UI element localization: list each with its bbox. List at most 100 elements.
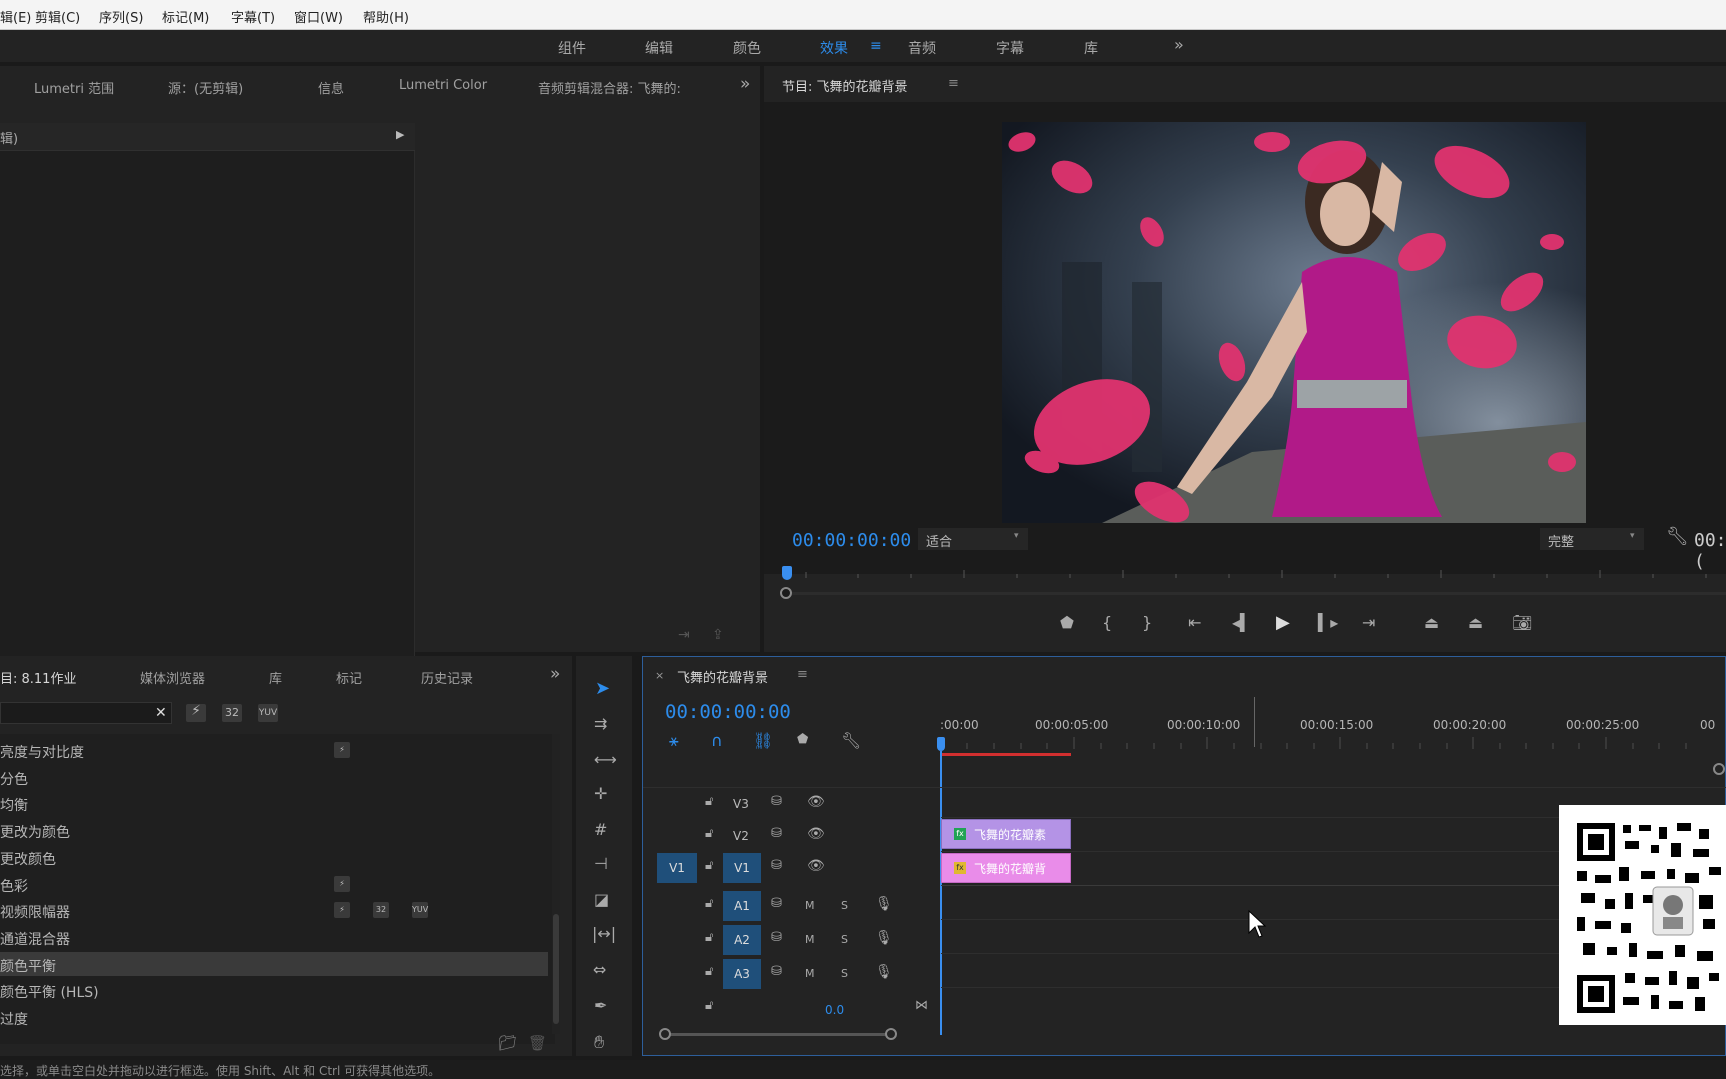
add-marker-icon[interactable]: ⬟ — [797, 733, 808, 746]
pen-tool-icon[interactable]: ✒︎ — [594, 998, 607, 1014]
tab-libraries[interactable]: 库 — [269, 668, 282, 687]
insert-icon[interactable]: ⇥ — [678, 628, 690, 642]
tab-history[interactable]: 历史记录 — [421, 668, 473, 687]
workspace-menu-icon[interactable]: ≡ — [870, 38, 882, 54]
menu-markers[interactable]: 标记(M) — [162, 7, 209, 26]
mute-button[interactable]: M — [805, 899, 815, 912]
program-monitor-title[interactable]: 节目: 飞舞的花瓣背景 — [782, 76, 908, 95]
effect-list-item[interactable]: 颜色平衡 — [0, 951, 548, 976]
program-timecode[interactable]: 00:00:00:00 — [792, 530, 911, 551]
timeline-settings-icon[interactable]: 🔧︎ — [841, 733, 861, 749]
menu-help[interactable]: 帮助(H) — [363, 7, 409, 26]
work-area-bar[interactable] — [941, 753, 1071, 756]
32bit-effects-icon[interactable]: 32 — [222, 704, 242, 722]
tab-info[interactable]: 信息 — [318, 78, 344, 97]
export-frame-icon[interactable]: 📷︎ — [1512, 615, 1532, 631]
lock-icon[interactable]: 🔓︎ — [705, 999, 713, 1012]
hand-tool-icon[interactable]: ✋︎ — [594, 1034, 604, 1052]
track-target-a2[interactable]: A2 — [723, 925, 761, 955]
workspace-effects[interactable]: 效果 — [820, 38, 848, 58]
workspace-color[interactable]: 颜色 — [733, 38, 761, 58]
sync-lock-icon[interactable]: ⛁ — [771, 859, 782, 872]
solo-button[interactable]: S — [841, 899, 848, 912]
rate-tool-icon[interactable]: ⊣ — [594, 856, 608, 872]
tab-project[interactable]: 目: 8.11作业 — [0, 668, 76, 687]
panel-overflow-icon[interactable]: » — [740, 76, 750, 93]
workspace-captions[interactable]: 字幕 — [996, 38, 1024, 58]
microphone-icon[interactable]: 🎙︎ — [875, 931, 893, 945]
timeline-timecode[interactable]: 00:00:00:00 — [665, 701, 791, 723]
yuv-effects-icon[interactable]: YUV — [258, 704, 278, 722]
workspace-overflow-icon[interactable]: » — [1174, 35, 1184, 54]
sync-lock-icon[interactable]: ⛁ — [771, 965, 782, 978]
track-target-a1[interactable]: A1 — [723, 891, 761, 921]
menu-window[interactable]: 窗口(W) — [294, 7, 343, 26]
quality-dropdown[interactable]: 完整 ▾ — [1540, 528, 1644, 550]
zoom-handle[interactable] — [780, 587, 792, 599]
snap-icon[interactable]: ∩ — [711, 733, 723, 749]
tab-source[interactable]: 源：(无剪辑) — [168, 78, 243, 97]
microphone-icon[interactable]: 🎙︎ — [875, 965, 893, 979]
menu-titles[interactable]: 字幕(T) — [231, 7, 275, 26]
lock-icon[interactable]: 🔓︎ — [705, 931, 713, 944]
effects-scrollbar[interactable] — [552, 734, 560, 1034]
menu-edit[interactable]: 辑(E) — [0, 7, 31, 26]
solo-button[interactable]: S — [841, 933, 848, 946]
zoom-handle-right[interactable] — [885, 1028, 897, 1040]
timeline-playhead-handle[interactable] — [937, 737, 945, 751]
sync-lock-icon[interactable]: ⛁ — [771, 897, 782, 910]
panel-menu-icon[interactable]: ≡ — [797, 667, 808, 682]
workspace-audio[interactable]: 音频 — [908, 38, 936, 58]
step-back-icon[interactable]: ◂▍ — [1232, 615, 1252, 631]
clear-search-icon[interactable]: ✕ — [155, 705, 167, 721]
effect-list-item[interactable]: 更改为颜色 — [0, 818, 548, 842]
timeline-zoom-scrollbar[interactable] — [665, 1033, 891, 1036]
effect-list-item[interactable]: 亮度与对比度 ⚡︎ — [0, 738, 548, 762]
panel-overflow-icon[interactable]: » — [550, 666, 560, 683]
zoom-handle-left[interactable] — [659, 1028, 671, 1040]
effect-list-item[interactable]: 视频限幅器 ⚡︎ 32 YUV — [0, 898, 548, 922]
timeline-sequence-tab[interactable]: 飞舞的花瓣背景 — [677, 667, 768, 686]
master-volume[interactable]: 0.0 — [825, 1003, 844, 1017]
effect-list-item[interactable]: 色彩 ⚡︎ — [0, 872, 548, 896]
menu-clip[interactable]: 剪辑(C) — [35, 7, 80, 26]
tab-media-browser[interactable]: 媒体浏览器 — [140, 668, 205, 687]
selection-tool-icon[interactable]: ➤ — [595, 680, 610, 698]
go-to-end-icon[interactable]: ⋈ — [915, 999, 928, 1012]
step-forward-icon[interactable]: ▍▸ — [1318, 615, 1338, 631]
effect-list-item[interactable]: 颜色平衡 (HLS) — [0, 978, 548, 1002]
solo-button[interactable]: S — [841, 967, 848, 980]
lift-icon[interactable]: ⏏ — [1424, 615, 1439, 631]
workspace-assembly[interactable]: 组件 — [558, 38, 586, 58]
vertical-zoom-handle[interactable] — [1713, 763, 1725, 775]
track-target-a3[interactable]: A3 — [723, 959, 761, 989]
workspace-editing[interactable]: 编辑 — [645, 38, 673, 58]
source-patch-v1[interactable]: V1 — [657, 853, 697, 883]
close-icon[interactable]: × — [655, 669, 664, 682]
menu-sequence[interactable]: 序列(S) — [99, 7, 143, 26]
scrollbar-thumb[interactable] — [553, 914, 559, 1024]
mark-in-icon[interactable]: { — [1102, 615, 1112, 631]
tab-markers[interactable]: 标记 — [336, 668, 362, 687]
tab-audio-clip-mixer[interactable]: 音频剪辑混合器: 飞舞的: — [538, 78, 681, 97]
new-folder-icon[interactable]: 📁︎ — [498, 1036, 517, 1051]
razor-tool-icon[interactable]: ◪ — [594, 892, 609, 908]
nest-toggle-icon[interactable]: ⚹ — [669, 733, 679, 749]
effect-list-item[interactable]: 更改颜色 — [0, 845, 548, 869]
effect-list-item[interactable]: 分色 — [0, 765, 548, 789]
eye-icon[interactable]: 👁︎ — [807, 795, 825, 809]
clip-v1[interactable]: fx 飞舞的花瓣背 — [941, 853, 1071, 883]
slide-tool-icon[interactable]: ⇔ — [593, 962, 606, 978]
slip-tool-icon[interactable]: |↔| — [592, 926, 616, 942]
lock-icon[interactable]: 🔓︎ — [705, 827, 713, 840]
program-playhead[interactable] — [782, 566, 792, 580]
track-select-tool-icon[interactable]: ⇉ — [594, 716, 607, 732]
play-icon[interactable]: ▶ — [1276, 614, 1290, 632]
track-label-v3[interactable]: V3 — [733, 797, 749, 811]
workspace-libraries[interactable]: 库 — [1084, 38, 1098, 58]
add-marker-icon[interactable]: ⬟ — [1060, 615, 1074, 631]
mute-button[interactable]: M — [805, 967, 815, 980]
effect-list-item[interactable]: 通道混合器 — [0, 925, 548, 949]
ripple-edit-tool-icon[interactable]: ⟷ — [594, 752, 617, 768]
accelerated-effects-icon[interactable]: ⚡︎ — [186, 704, 206, 722]
